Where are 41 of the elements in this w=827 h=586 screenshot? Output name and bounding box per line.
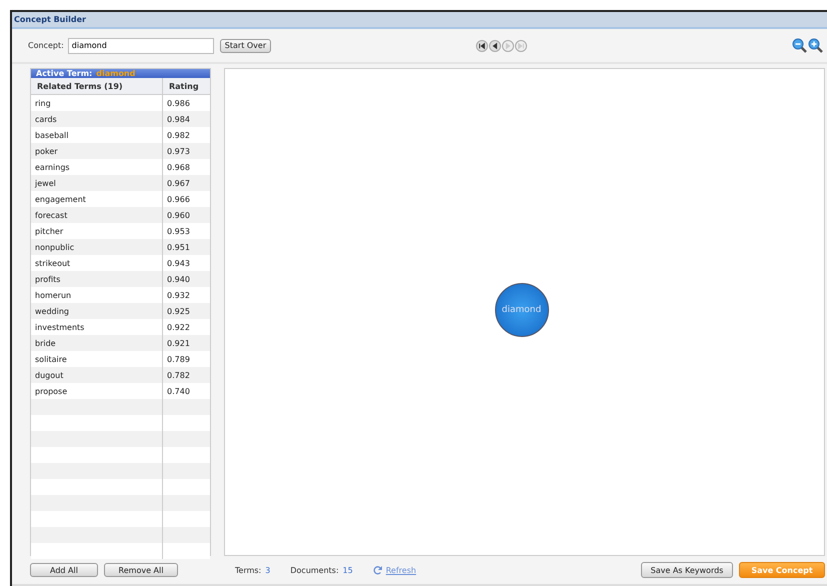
table-cell-text: 0.925 <box>166 306 191 318</box>
save-as-keywords-button[interactable]: Save As Keywords <box>641 562 733 578</box>
table-cell-text: 0.966 <box>166 194 191 206</box>
table-cell-text: 0.740 <box>166 386 191 398</box>
table-cell-text: 0.922 <box>166 322 191 334</box>
skip-icon <box>478 42 486 50</box>
column-header[interactable]: Rating <box>163 78 210 94</box>
prev-button[interactable] <box>489 40 502 52</box>
remove-all-button[interactable]: Remove All <box>104 563 178 577</box>
table-cell-text: 0.940 <box>166 274 191 286</box>
table-cell-text: 0.973 <box>166 146 191 158</box>
refresh-icon[interactable] <box>372 565 383 575</box>
table-cell-text: 0.782 <box>166 370 191 382</box>
concept-label: Concept: <box>28 41 64 50</box>
window-title: Concept Builder <box>12 12 827 29</box>
active-term-value: diamond <box>96 69 136 78</box>
documents-label: Documents: <box>290 566 339 574</box>
terms-label: Terms: <box>235 566 262 574</box>
table-cell-text: 0.968 <box>166 162 191 174</box>
table-cell-text: 0.960 <box>166 210 191 222</box>
terms-count: 3 <box>265 566 270 574</box>
table-cell-text: 0.932 <box>166 290 191 302</box>
table-cell-text: 0.943 <box>166 258 191 270</box>
zoom-out-icon[interactable] <box>792 38 807 53</box>
column-header[interactable]: Related Terms (19) <box>31 78 163 94</box>
documents-count: 15 <box>342 566 353 574</box>
table-cell-text: 0.951 <box>166 242 191 254</box>
zoom-in-icon[interactable] <box>808 38 823 53</box>
table-cell-text: 0.789 <box>166 354 191 366</box>
table-cell-text: 0.967 <box>166 178 191 190</box>
table-cell-text: 0.921 <box>166 338 191 350</box>
start-over-button[interactable]: Start Over <box>220 38 272 52</box>
first-button[interactable] <box>476 40 488 52</box>
table-cell-text: 0.984 <box>166 114 191 126</box>
table-cell-text: 0.953 <box>166 226 191 238</box>
skip-icon <box>517 42 526 50</box>
table-cell-text: 0.982 <box>166 130 191 142</box>
active-term-label: Active Term: <box>36 69 92 78</box>
table-cell-text: 0.986 <box>166 98 191 110</box>
add-all-button[interactable]: Add All <box>30 563 98 577</box>
concept-field[interactable]: diamond <box>68 38 214 54</box>
